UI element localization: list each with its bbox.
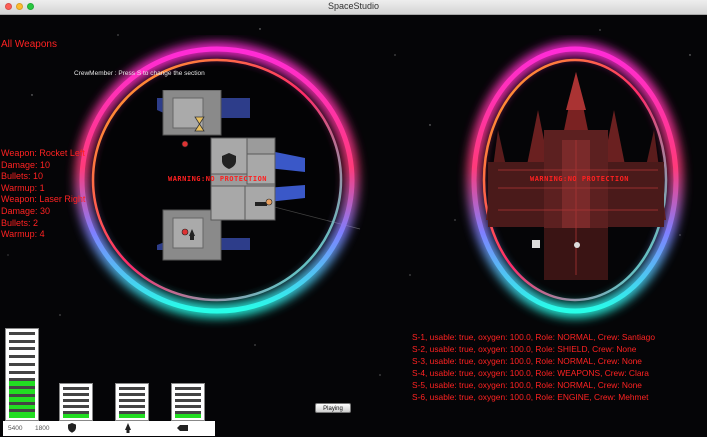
crew-gauge-bar xyxy=(119,387,145,390)
section-status-row: S-4, usable: true, oxygen: 100.0, Role: … xyxy=(412,368,649,378)
window-titlebar: SpaceStudio xyxy=(0,0,707,15)
energy-gauge-fill xyxy=(9,379,35,418)
shield-gauge-bar xyxy=(63,387,89,390)
weapon-gauge-bar xyxy=(175,393,201,396)
energy-gauge-bar xyxy=(9,363,35,366)
weapon-line: Bullets: 10 xyxy=(1,171,44,182)
sections-status-list: S-1, usable: true, oxygen: 100.0, Role: … xyxy=(412,331,655,403)
player-section-warning: WARNING:NO PROTECTION xyxy=(168,175,268,183)
playing-button[interactable]: Playing xyxy=(315,403,351,413)
weapon-line: Bullets: 2 xyxy=(1,217,39,228)
crew-gauge-bar xyxy=(119,405,145,408)
energy-gauge-bar xyxy=(9,402,35,405)
energy-gauge-bar xyxy=(9,394,35,397)
weapons-panel: Weapon: Rocket Left Damage: 10 Bullets: … xyxy=(1,148,85,241)
hud-value-right: 1800 xyxy=(35,425,50,432)
energy-gauge-bar xyxy=(9,386,35,389)
weapon-icon[interactable] xyxy=(176,423,190,435)
crew-hint-text: CrewMember : Press S to change the secti… xyxy=(74,70,205,77)
shield-gauge-bar xyxy=(63,411,89,414)
energy-gauge-bar xyxy=(9,347,35,350)
section-status-row: S-3, usable: true, oxygen: 100.0, Role: … xyxy=(412,356,642,366)
shield-icon[interactable] xyxy=(66,422,78,436)
shield-gauge-bar xyxy=(63,405,89,408)
crew-icon[interactable] xyxy=(122,422,134,436)
weapon-gauge-bar xyxy=(175,405,201,408)
weapon-gauge-bar xyxy=(175,411,201,414)
window-title: SpaceStudio xyxy=(327,1,380,11)
all-weapons-label: All Weapons xyxy=(1,39,57,50)
crew-gauge-bar xyxy=(119,399,145,402)
energy-gauge-bar xyxy=(9,378,35,381)
crew-gauge xyxy=(115,383,149,421)
weapon-line: Weapon: Rocket Left xyxy=(1,148,85,158)
weapon-line: Weapon: Laser Right xyxy=(1,194,86,205)
game-scene: All Weapons CrewMember : Press S to chan… xyxy=(0,15,707,437)
hud-footer: 5400 1800 xyxy=(3,421,215,436)
shield-gauge-bar xyxy=(63,399,89,402)
enemy-section-warning: WARNING:NO PROTECTION xyxy=(530,175,630,183)
energy-gauge-bar xyxy=(9,332,35,335)
energy-gauge xyxy=(5,328,39,421)
weapon-gauge-bar xyxy=(175,399,201,402)
weapon-gauge xyxy=(171,383,205,421)
energy-gauge-bar xyxy=(9,409,35,412)
section-status-row: S-6, usable: true, oxygen: 100.0, Role: … xyxy=(412,392,649,402)
section-status-row: S-2, usable: true, oxygen: 100.0, Role: … xyxy=(412,344,637,354)
weapon-line: Warmup: 4 xyxy=(1,229,45,240)
shield-gauge xyxy=(59,383,93,421)
weapon-gauge-bar xyxy=(175,387,201,390)
section-status-row: S-1, usable: true, oxygen: 100.0, Role: … xyxy=(412,332,655,342)
energy-gauge-bar xyxy=(9,355,35,358)
section-status-row: S-5, usable: true, oxygen: 100.0, Role: … xyxy=(412,380,642,390)
weapon-line: Warmup: 1 xyxy=(1,182,45,193)
hud-value-left: 5400 xyxy=(8,425,23,432)
shield-gauge-bar xyxy=(63,393,89,396)
energy-gauge-bar xyxy=(9,340,35,343)
crew-gauge-bar xyxy=(119,393,145,396)
energy-gauge-bar xyxy=(9,371,35,374)
weapon-line: Damage: 10 xyxy=(1,159,51,170)
hud-panel: 5400 1800 xyxy=(3,328,215,436)
weapon-line: Damage: 30 xyxy=(1,205,51,216)
crew-gauge-bar xyxy=(119,411,145,414)
